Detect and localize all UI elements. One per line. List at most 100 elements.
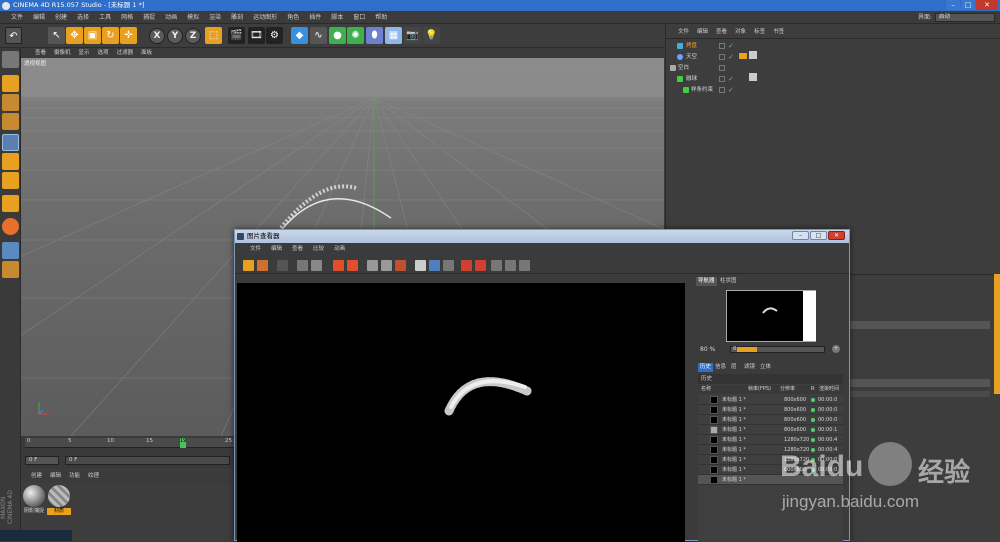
open-file-icon[interactable] — [243, 260, 254, 271]
timeline-ruler[interactable]: 0 5 10 15 19 25 — [25, 438, 235, 448]
menu-mograph[interactable]: 运动图形 — [248, 11, 282, 24]
model-mode-icon[interactable] — [2, 75, 19, 92]
material-swatch-material[interactable] — [48, 485, 70, 507]
text-b-icon[interactable] — [475, 260, 486, 271]
zoom-slider[interactable]: 8 — [730, 346, 825, 353]
render-active-icon[interactable] — [347, 260, 358, 271]
attribute-field[interactable] — [850, 391, 990, 397]
object-menu-view[interactable]: 查看 — [712, 27, 731, 38]
polygons-mode-icon[interactable] — [2, 172, 19, 189]
channel-icon[interactable] — [491, 260, 502, 271]
viewport-menu-display[interactable]: 显示 — [75, 48, 94, 58]
pv-menu-file[interactable]: 文件 — [245, 244, 266, 255]
y-axis-lock-icon[interactable]: Y — [167, 28, 183, 44]
object-menu-objects[interactable]: 对象 — [731, 27, 750, 38]
close-button[interactable]: ✕ — [976, 0, 998, 10]
navigator-preview[interactable] — [726, 290, 816, 342]
material-menu-function[interactable]: 功能 — [65, 471, 84, 482]
recent-tool-icon[interactable]: ✛ — [120, 27, 137, 44]
maximize-button[interactable]: □ — [961, 0, 975, 10]
menu-tools[interactable]: 工具 — [94, 11, 116, 24]
pv-menu-view[interactable]: 查看 — [287, 244, 308, 255]
text-a-icon[interactable] — [461, 260, 472, 271]
viewport-menu-panel[interactable]: 面板 — [137, 48, 156, 58]
minimize-button[interactable]: – — [946, 0, 960, 10]
layer-icon[interactable] — [505, 260, 516, 271]
visibility-flags-icon[interactable] — [719, 65, 725, 71]
scale-tool-icon[interactable]: ▣ — [84, 27, 101, 44]
ab-swap-icon[interactable] — [395, 260, 406, 271]
menu-help[interactable]: 帮助 — [370, 11, 392, 24]
material-menu-texture[interactable]: 纹理 — [84, 471, 103, 482]
z-axis-lock-icon[interactable]: Z — [185, 28, 201, 44]
tab-layers[interactable]: 层 — [729, 363, 739, 372]
material-menu-create[interactable]: 创建 — [27, 471, 46, 482]
layout-select[interactable]: 启动 — [935, 13, 995, 22]
move-tool-icon[interactable]: ✥ — [66, 27, 83, 44]
pv-close-button[interactable]: ✕ — [828, 231, 845, 240]
array-generator-icon[interactable]: ✺ — [347, 27, 364, 44]
menu-render[interactable]: 渲染 — [204, 11, 226, 24]
viewport-menu-view[interactable]: 查看 — [31, 48, 50, 58]
subdivision-surface-icon[interactable]: ● — [329, 27, 346, 44]
object-menu-edit[interactable]: 编辑 — [693, 27, 712, 38]
texture-tag-icon[interactable] — [739, 53, 747, 59]
workplane-mode-icon[interactable] — [2, 113, 19, 130]
object-menu-bookmarks[interactable]: 书签 — [769, 27, 788, 38]
tab-histogram[interactable]: 柱状图 — [718, 277, 739, 286]
render-region-icon[interactable] — [297, 260, 308, 271]
history-row[interactable]: 未标题 1 * 800x600 00:00:0 — [698, 395, 843, 405]
menu-window[interactable]: 窗口 — [348, 11, 370, 24]
panel-tab-strip[interactable] — [994, 274, 1000, 394]
object-row-spline-wrap[interactable]: 样条约束 ✓ — [666, 85, 766, 95]
current-frame-marker[interactable]: 19 — [180, 438, 186, 448]
render-picture-viewer-icon[interactable]: 🎞 — [248, 27, 265, 44]
menu-mesh[interactable]: 网格 — [116, 11, 138, 24]
menu-sculpt[interactable]: 雕刻 — [226, 11, 248, 24]
lock-workplane-icon[interactable] — [2, 261, 19, 278]
cube-primitive-icon[interactable]: ◆ — [291, 27, 308, 44]
tab-stereo[interactable]: 立体 — [758, 363, 773, 372]
pv-minimize-button[interactable]: – — [792, 231, 809, 240]
menu-snap[interactable]: 捕捉 — [138, 11, 160, 24]
object-menu-file[interactable]: 文件 — [674, 27, 693, 38]
tweak-mode-icon[interactable] — [2, 218, 19, 235]
pv-menu-animation[interactable]: 动画 — [329, 244, 350, 255]
render-settings-icon[interactable]: ⚙ — [266, 27, 283, 44]
render-settings-icon[interactable] — [311, 260, 322, 271]
history-row[interactable]: 未标题 1 * 800x600 00:00:0 — [698, 405, 843, 415]
menu-character[interactable]: 角色 — [282, 11, 304, 24]
texture-mode-icon[interactable] — [2, 94, 19, 111]
material-swatch-shadow-catcher[interactable] — [23, 485, 45, 507]
edges-mode-icon[interactable] — [2, 153, 19, 170]
frame-start-field[interactable]: 0 F — [25, 456, 59, 465]
visibility-flags-icon[interactable] — [719, 87, 725, 93]
compositing-tag-icon[interactable] — [749, 51, 757, 59]
menu-plugins[interactable]: 插件 — [304, 11, 326, 24]
zoom-slider-fill[interactable] — [737, 347, 757, 352]
enabled-check-icon[interactable]: ✓ — [728, 85, 734, 95]
visibility-flags-icon[interactable] — [719, 54, 725, 60]
menu-script[interactable]: 脚本 — [326, 11, 348, 24]
pv-maximize-button[interactable]: □ — [810, 231, 827, 240]
attribute-field[interactable] — [850, 321, 990, 329]
tab-info[interactable]: 信息 — [713, 363, 728, 372]
make-editable-icon[interactable] — [2, 51, 19, 68]
menu-create[interactable]: 创建 — [50, 11, 72, 24]
rendered-image-canvas[interactable] — [237, 283, 685, 542]
fullscreen-icon[interactable] — [277, 260, 288, 271]
pv-menu-edit[interactable]: 编辑 — [266, 244, 287, 255]
save-file-icon[interactable] — [257, 260, 268, 271]
viewport-menu-cameras[interactable]: 摄像机 — [50, 48, 75, 58]
history-row[interactable]: 未标题 1 * 800x600 00:00:0 — [698, 415, 843, 425]
vertical-split-icon[interactable] — [443, 260, 454, 271]
enabled-check-icon[interactable]: ✓ — [728, 41, 734, 51]
ab-compare-b-icon[interactable] — [381, 260, 392, 271]
split-view-icon[interactable] — [415, 260, 426, 271]
object-menu-tags[interactable]: 标签 — [750, 27, 769, 38]
difference-view-icon[interactable] — [429, 260, 440, 271]
visibility-flags-icon[interactable] — [719, 43, 725, 49]
ab-compare-a-icon[interactable] — [367, 260, 378, 271]
deformer-icon[interactable]: ⬮ — [366, 27, 383, 44]
material-tag-icon[interactable] — [749, 73, 757, 81]
